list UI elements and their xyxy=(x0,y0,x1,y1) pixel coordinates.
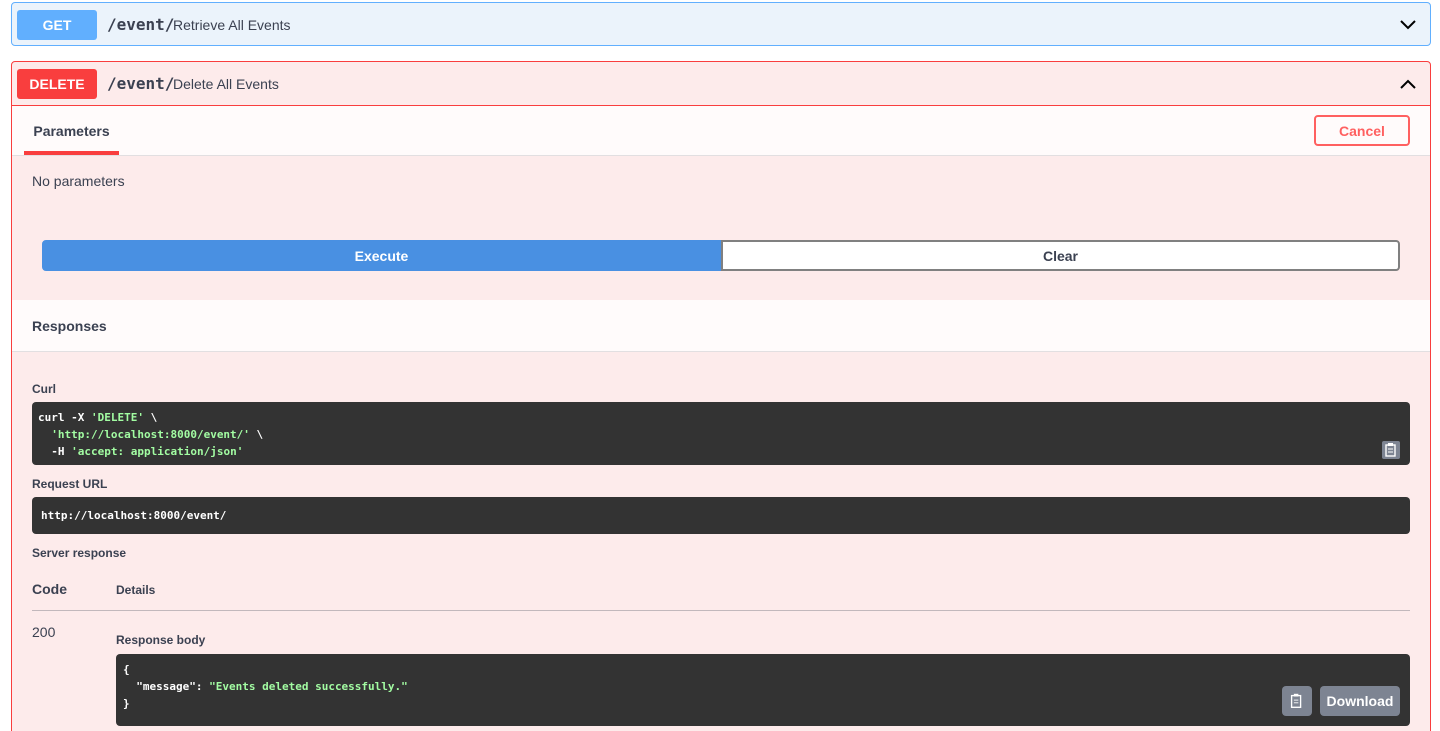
json-line: "message": "Events deleted successfully.… xyxy=(136,680,408,693)
request-url-block: http://localhost:8000/event/ xyxy=(32,497,1410,534)
copy-to-clipboard-icon xyxy=(1290,693,1302,708)
status-code: 200 xyxy=(32,624,56,640)
operation-summary: Retrieve All Events xyxy=(173,17,291,33)
responses-section-header: Responses xyxy=(12,300,1430,352)
operation-header[interactable]: DELETE /event/ Delete All Events xyxy=(12,62,1430,106)
clear-button[interactable]: Clear xyxy=(721,240,1400,271)
get-event-operation[interactable]: GET /event/ Retrieve All Events xyxy=(11,2,1431,46)
tab-parameters[interactable]: Parameters xyxy=(24,106,119,156)
response-body-block: { "message": "Events deleted successfull… xyxy=(116,654,1410,726)
copy-response-button[interactable] xyxy=(1282,686,1312,716)
json-line: { xyxy=(123,663,130,676)
responses-title: Responses xyxy=(32,318,107,334)
code-column-header: Code xyxy=(32,581,67,597)
execute-button[interactable]: Execute xyxy=(42,240,721,271)
request-url-label: Request URL xyxy=(32,477,108,491)
json-line: } xyxy=(123,697,130,710)
cancel-button[interactable]: Cancel xyxy=(1314,115,1410,146)
method-badge-get: GET xyxy=(17,10,97,40)
curl-code-block: curl -X 'DELETE' \ 'http://localhost:800… xyxy=(32,402,1410,465)
delete-event-operation: DELETE /event/ Delete All Events Paramet… xyxy=(11,61,1431,731)
download-button[interactable]: Download xyxy=(1320,686,1400,716)
details-column-header: Details xyxy=(116,583,156,597)
server-response-label: Server response xyxy=(32,546,127,560)
method-badge-delete: DELETE xyxy=(17,69,97,99)
curl-line: -H 'accept: application/json' xyxy=(38,445,244,458)
operation-path: /event/ xyxy=(107,15,175,34)
table-divider xyxy=(32,610,1410,611)
curl-line: curl -X 'DELETE' \ xyxy=(38,411,158,424)
request-url-value: http://localhost:8000/event/ xyxy=(41,509,227,522)
curl-line: 'http://localhost:8000/event/' \ xyxy=(51,428,264,441)
response-body-label: Response body xyxy=(116,633,206,647)
operation-summary: Delete All Events xyxy=(173,76,279,92)
parameters-section-header: Parameters Cancel xyxy=(12,106,1430,156)
no-parameters-text: No parameters xyxy=(32,173,125,189)
copy-to-clipboard-icon[interactable] xyxy=(1381,440,1401,460)
operation-path: /event/ xyxy=(107,74,175,93)
chevron-up-icon[interactable] xyxy=(1398,74,1418,94)
tab-active-indicator xyxy=(24,151,119,155)
curl-label: Curl xyxy=(32,382,56,396)
execute-controls: Execute Clear xyxy=(42,240,1400,271)
chevron-down-icon[interactable] xyxy=(1398,15,1418,35)
